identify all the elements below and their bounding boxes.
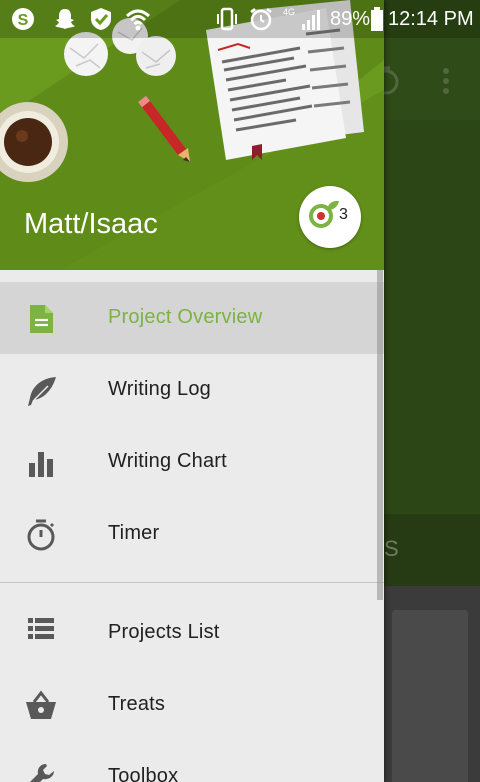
- feather-icon: [28, 377, 56, 406]
- snapchat-icon: [55, 9, 75, 29]
- drawer-menu: Project Overview Writing Log Writing Cha…: [0, 282, 384, 782]
- wifi-icon: [125, 9, 151, 31]
- paper-ball-icon: [136, 36, 176, 76]
- menu-item-project-overview[interactable]: Project Overview: [0, 282, 384, 354]
- skype-icon: S: [12, 8, 34, 30]
- leaf-target-icon: [309, 200, 339, 228]
- app-card: [392, 610, 468, 782]
- menu-label: Treats: [108, 693, 166, 715]
- drawer-header: Matt/Isaac 3: [0, 0, 384, 270]
- menu-item-treats[interactable]: Treats: [0, 669, 384, 741]
- menu-item-timer[interactable]: Timer: [0, 498, 384, 570]
- document-icon: [30, 305, 53, 333]
- menu-label: Project Overview: [108, 306, 263, 328]
- user-name: Matt/Isaac: [24, 208, 158, 240]
- menu-label: Writing Chart: [108, 450, 227, 472]
- paper-ball-icon: [64, 32, 108, 76]
- alarm-icon: [250, 8, 272, 31]
- basket-icon: [26, 690, 56, 719]
- menu-label: Projects List: [108, 621, 220, 643]
- menu-item-projects-list[interactable]: Projects List: [0, 597, 384, 669]
- overflow-menu-icon[interactable]: [436, 66, 456, 96]
- list-icon: [28, 618, 54, 639]
- battery-icon: [371, 7, 383, 31]
- shield-check-icon: [91, 8, 111, 30]
- navigation-drawer: Matt/Isaac 3 Project Overview Writing Lo…: [0, 0, 384, 782]
- status-bar: S 4G 89% 12:14 PM: [0, 0, 480, 38]
- svg-text:S: S: [18, 12, 29, 29]
- menu-item-toolbox[interactable]: Toolbox: [0, 741, 384, 782]
- menu-item-writing-chart[interactable]: Writing Chart: [0, 426, 384, 498]
- network-type-label: 4G: [283, 7, 295, 17]
- badge-count: 3: [339, 206, 348, 223]
- wrench-icon: [30, 764, 54, 782]
- menu-label: Toolbox: [108, 765, 179, 782]
- vibrate-icon: [217, 7, 237, 31]
- menu-label: Timer: [108, 522, 160, 544]
- menu-item-writing-log[interactable]: Writing Log: [0, 354, 384, 426]
- battery-percent: 89%: [330, 8, 371, 30]
- signal-icon: 4G: [283, 7, 320, 30]
- status-time: 12:14 PM: [388, 8, 474, 30]
- points-badge[interactable]: 3: [299, 186, 361, 248]
- menu-label: Writing Log: [108, 378, 211, 400]
- drawer-scrollbar[interactable]: [377, 270, 383, 600]
- bar-chart-icon: [29, 452, 53, 477]
- stopwatch-icon: [27, 519, 55, 551]
- menu-divider: [0, 582, 384, 583]
